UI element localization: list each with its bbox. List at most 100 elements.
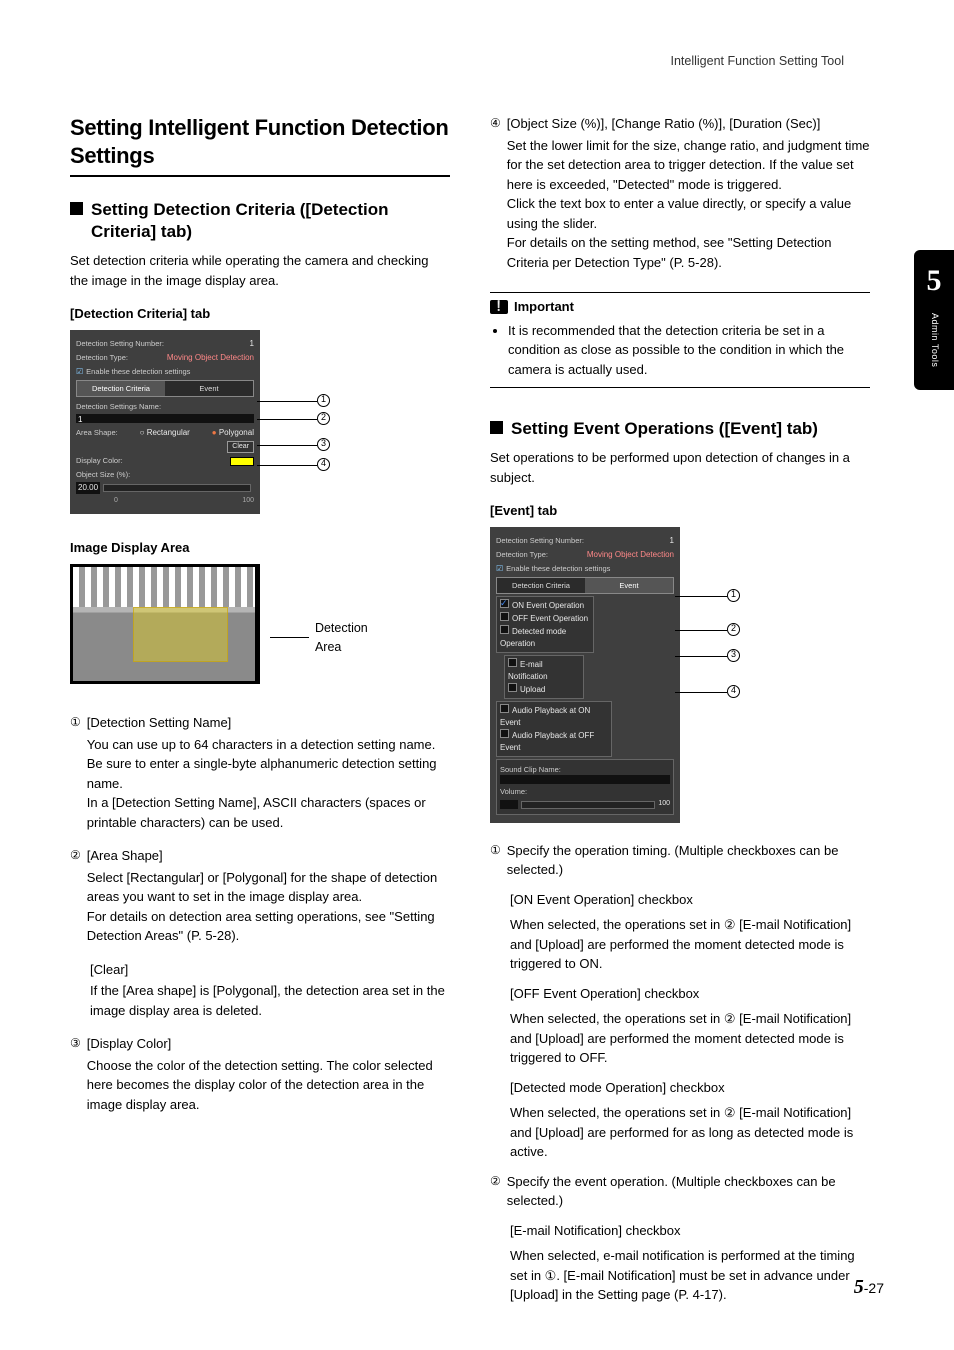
important-icon: ❕ [490,300,508,314]
item-title: [Clear] [90,962,128,977]
callout-1: 1 [317,394,330,407]
panel-number-value: 1 [250,338,254,350]
panel-enable-checkbox-label: Enable these detection settings [86,366,254,377]
panel-clear-button: Clear [227,441,254,454]
detection-area-highlight [133,607,228,662]
sub-body: When selected, e-mail notification is pe… [510,1246,870,1305]
section-event-operations: Setting Event Operations ([Event] tab) [490,418,870,440]
detection-panel-figure: Detection Setting Number: 1 Detection Ty… [70,330,260,515]
item-lead: Specify the operation timing. (Multiple … [507,843,839,878]
sub-body: When selected, the operations set in ② [… [510,1009,870,1068]
panel-name-label: Detection Settings Name: [76,402,161,411]
panel-shape-polygonal: Polygonal [212,427,254,439]
sub-heading: [Detected mode Operation] checkbox [510,1080,725,1095]
image-display-area [70,564,260,684]
item-num: ③ [70,1034,81,1120]
detection-item-list: ① [Detection Setting Name] You can use u… [70,713,450,1120]
panel-size-value: 20.00 [76,482,100,494]
event-callout-3: 3 [727,649,740,662]
panel-name-input: 1 [76,414,254,423]
item-num: ① [490,841,501,880]
volume-slider [521,801,655,809]
volume-max: 100 [658,799,670,810]
page-chapter: 5 [854,1276,864,1298]
panel-type-value: Moving Object Detection [167,352,254,364]
event-panel-figure: Detection Setting Number: 1 Detection Ty… [490,527,680,823]
item-title: [Area Shape] [87,848,163,863]
callout-4: 4 [317,458,330,471]
clip-name-label: Sound Clip Name: [500,764,670,775]
panel-number-label: Detection Setting Number: [76,338,164,349]
item-num: ② [70,846,81,952]
detection-panel: Detection Setting Number: 1 Detection Ty… [70,330,260,515]
event-item-list: ① Specify the operation timing. (Multipl… [490,841,870,1305]
chapter-label: Admin Tools [927,313,941,367]
item-body: If the [Area shape] is [Polygonal], the … [90,981,450,1020]
item-title: [Object Size (%)], [Change Ratio (%)], [… [507,116,821,131]
running-head: Intelligent Function Setting Tool [671,52,845,71]
item-num: ② [490,1172,501,1211]
page-number: 5-27 [854,1272,884,1302]
detected-mode-op: Detected mode Operation [500,627,566,648]
event-tab-label: [Event] tab [490,501,870,521]
panel-shape-rectangular: Rectangular [140,427,190,439]
sub-heading: [ON Event Operation] checkbox [510,892,693,907]
panel-color-swatch [230,457,254,466]
important-text: It is recommended that the detection cri… [508,321,870,380]
intro-paragraph: Set detection criteria while operating t… [70,251,450,290]
panel-number-value: 1 [670,535,674,547]
chapter-side-tab: 5 Admin Tools [914,250,954,390]
tab-label: [Detection Criteria] tab [70,304,450,324]
sub-heading: [OFF Event Operation] checkbox [510,986,699,1001]
item-num: ④ [490,114,501,278]
item-body: Set the lower limit for the size, change… [507,136,870,273]
event-callout-1: 1 [727,589,740,602]
slider-max: 100 [242,496,254,507]
event-callout-4: 4 [727,685,740,698]
panel-type-value: Moving Object Detection [587,549,674,561]
panel-number-label: Detection Setting Number: [496,535,584,546]
important-heading: Important [514,297,574,317]
right-column: ④ [Object Size (%)], [Change Ratio (%)],… [490,114,870,1311]
square-bullet-icon [70,202,83,215]
section-heading-text: Setting Detection Criteria ([Detection C… [91,199,450,243]
event-panel: Detection Setting Number: 1 Detection Ty… [490,527,680,823]
on-event-op: ON Event Operation [512,601,584,610]
panel-tab-criteria: Detection Criteria [497,578,585,593]
main-heading: Setting Intelligent Function Detection S… [70,114,450,177]
panel-size-label: Object Size (%): [76,469,130,480]
left-column: Setting Intelligent Function Detection S… [70,114,450,1311]
detection-area-label: Detection Area [315,619,379,657]
upload-op: Upload [520,685,545,694]
panel-enable-checkbox-label: Enable these detection settings [506,563,674,574]
panel-type-label: Detection Type: [76,352,128,363]
off-event-op: OFF Event Operation [512,614,588,623]
panel-size-slider [103,484,251,492]
slider-min: 0 [114,496,118,507]
square-bullet-icon [490,421,503,434]
image-display-figure: Detection Area [70,564,260,684]
item-lead: Specify the event operation. (Multiple c… [507,1174,836,1209]
item-body: Select [Rectangular] or [Polygonal] for … [87,868,450,946]
sub-body: When selected, the operations set in ② [… [510,1103,870,1162]
item-body: You can use up to 64 characters in a det… [87,735,450,833]
section-heading-text: Setting Event Operations ([Event] tab) [511,418,818,440]
image-display-area-heading: Image Display Area [70,538,450,558]
volume-label: Volume: [500,786,670,797]
panel-color-label: Display Color: [76,455,123,466]
sub-heading: [E-mail Notification] checkbox [510,1223,681,1238]
audio-on: Audio Playback at ON Event [500,706,590,727]
sub-body: When selected, the operations set in ② [… [510,915,870,974]
item-title: [Detection Setting Name] [87,715,232,730]
section-detection-criteria: Setting Detection Criteria ([Detection C… [70,199,450,243]
panel-tab-criteria: Detection Criteria [77,381,165,396]
panel-tab-event: Event [585,578,673,593]
panel-tab-event: Event [165,381,253,396]
page-page: 27 [868,1280,884,1296]
panel-shape-label: Area Shape: [76,427,118,438]
item-body: Choose the color of the detection settin… [87,1056,450,1115]
callout-2: 2 [317,412,330,425]
item-title: [Display Color] [87,1036,172,1051]
callout-3: 3 [317,438,330,451]
chapter-number: 5 [927,258,942,303]
